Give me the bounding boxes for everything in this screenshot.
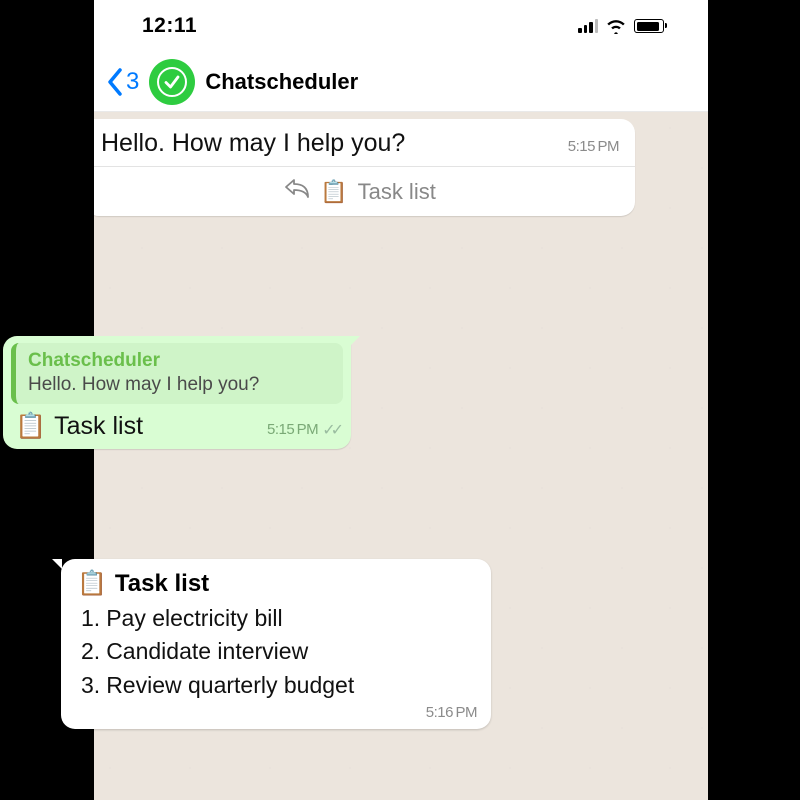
message-incoming-tasklist[interactable]: 📋 Task list 1.Pay electricity bill 2.Can…	[61, 559, 491, 729]
list-item: 1.Pay electricity bill	[81, 602, 477, 635]
message-outgoing-reply[interactable]: Chatscheduler Hello. How may I help you?…	[3, 336, 351, 449]
chevron-left-icon	[106, 68, 124, 96]
quick-reply-label: Task list	[358, 179, 436, 205]
tasklist-items: 1.Pay electricity bill 2.Candidate inter…	[77, 602, 477, 702]
reply-quote-sender: Chatscheduler	[28, 350, 333, 372]
tasklist-title: Task list	[115, 570, 209, 598]
message-time: 5:15 PM	[267, 421, 318, 438]
chat-title[interactable]: Chatscheduler	[205, 69, 358, 95]
quick-reply-button[interactable]: 📋 Task list	[94, 166, 635, 216]
checkmark-icon	[157, 67, 187, 97]
avatar[interactable]	[149, 59, 195, 105]
wifi-icon	[606, 19, 626, 34]
reply-quote-text: Hello. How may I help you?	[28, 374, 333, 396]
battery-icon	[634, 19, 664, 33]
status-bar: 12:11	[94, 0, 708, 52]
back-count: 3	[126, 68, 139, 96]
message-incoming-1[interactable]: Hello. How may I help you? 5:15 PM 📋 Tas…	[94, 119, 635, 216]
message-text: 📋 Task list	[15, 412, 255, 441]
read-ticks-icon: ✓✓	[322, 420, 339, 440]
chat-header: 3 Chatscheduler	[94, 52, 708, 112]
message-time: 5:15 PM	[568, 138, 619, 155]
status-icons	[578, 19, 664, 34]
clipboard-icon: 📋	[77, 569, 107, 598]
list-item: 2.Candidate interview	[81, 635, 477, 668]
reply-icon	[284, 177, 310, 206]
clipboard-icon: 📋	[320, 179, 347, 205]
clipboard-icon: 📋	[15, 412, 46, 441]
back-button[interactable]: 3	[106, 68, 139, 96]
reply-quote-block[interactable]: Chatscheduler Hello. How may I help you?	[11, 343, 343, 404]
message-text: Hello. How may I help you?	[101, 129, 554, 158]
message-time: 5:16 PM	[77, 704, 477, 721]
list-item: 3.Review quarterly budget	[81, 669, 477, 702]
signal-icon	[578, 19, 598, 33]
status-time: 12:11	[142, 14, 197, 38]
